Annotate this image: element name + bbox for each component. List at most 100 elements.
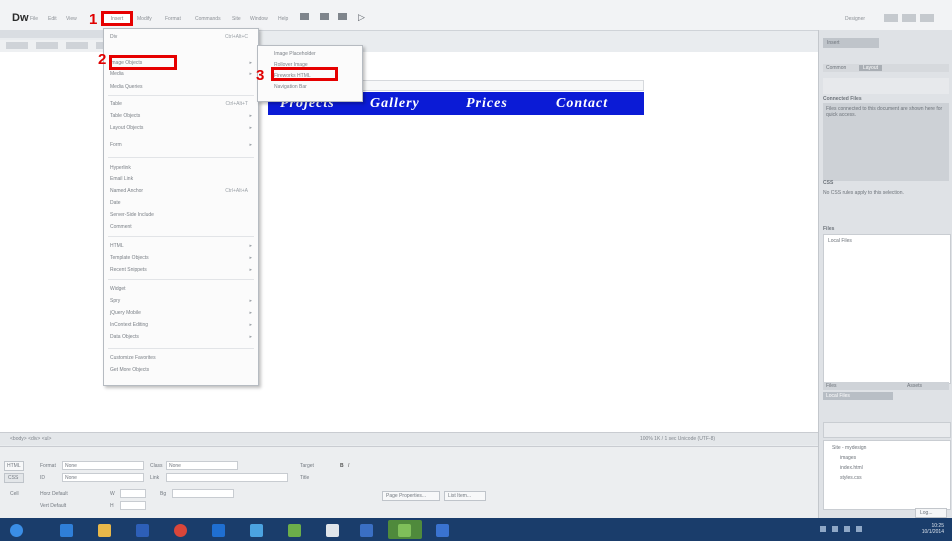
width-field[interactable] — [120, 489, 146, 498]
menu-commands[interactable]: Commands — [195, 16, 221, 22]
format-select[interactable]: None — [62, 461, 144, 470]
tree-item[interactable]: styles.css — [840, 475, 862, 481]
taskbar-clock[interactable]: 10:25 10/1/2014 — [922, 523, 944, 535]
page-properties-button[interactable]: Page Properties... — [382, 491, 440, 501]
tree-item[interactable]: index.html — [840, 465, 863, 471]
menu-item-date[interactable]: Date — [110, 200, 121, 206]
html-mode-button[interactable]: HTML — [4, 461, 24, 471]
files-list[interactable]: Local Files — [823, 234, 951, 384]
taskbar-app-photoshop[interactable] — [202, 520, 236, 539]
taskbar-app-firefox[interactable] — [316, 520, 350, 539]
maximize-icon[interactable] — [902, 14, 916, 22]
chrome-icon — [174, 524, 187, 537]
menu-site[interactable]: Site — [232, 16, 241, 22]
css-mode-button[interactable]: CSS — [4, 473, 24, 483]
menu-file[interactable]: File — [30, 16, 38, 22]
menu-format[interactable]: Format — [165, 16, 181, 22]
taskbar-app-dreamweaver[interactable] — [278, 520, 312, 539]
tab-layout[interactable]: Layout — [859, 65, 883, 71]
menu-modify[interactable]: Modify — [137, 16, 152, 22]
files-toolbar — [823, 422, 951, 438]
menu-item-form[interactable]: Form — [110, 142, 122, 148]
design-view-button[interactable] — [66, 42, 88, 49]
tab-assets[interactable]: Assets — [907, 383, 922, 389]
site-icon[interactable] — [338, 13, 347, 20]
menu-item-incontext-editing[interactable]: InContext Editing — [110, 322, 148, 328]
menu-view[interactable]: View — [66, 16, 77, 22]
layout-switcher[interactable]: Designer — [845, 16, 865, 22]
menu-item-spry[interactable]: Spry — [110, 298, 120, 304]
menu-item-data-objects[interactable]: Data Objects — [110, 334, 139, 340]
submenu-item-image-placeholder[interactable]: Image Placeholder — [274, 51, 316, 57]
minimize-icon[interactable] — [884, 14, 898, 22]
menu-help[interactable]: Help — [278, 16, 288, 22]
menu-item-get-more-objects[interactable]: Get More Objects — [110, 367, 149, 373]
layout-icon[interactable] — [300, 13, 309, 20]
site-selector[interactable]: Local Files — [823, 392, 893, 400]
insert-panel-header[interactable]: Insert — [823, 38, 879, 48]
menu-item-media-queries[interactable]: Media Queries — [110, 84, 143, 90]
taskbar-app-folder[interactable] — [350, 520, 384, 539]
split-view-button[interactable] — [36, 42, 58, 49]
files-list-item[interactable]: Local Files — [828, 238, 852, 244]
menu-window[interactable]: Window — [250, 16, 268, 22]
menu-item-server-side-include[interactable]: Server-Side Include — [110, 212, 154, 218]
taskbar-app-media[interactable] — [126, 520, 160, 539]
menu-edit[interactable]: Edit — [48, 16, 57, 22]
menu-item-widget[interactable]: Widget — [110, 286, 126, 292]
taskbar-app-explorer[interactable] — [88, 520, 122, 539]
horz-label: Horz Default — [40, 491, 68, 497]
network-icon[interactable] — [832, 526, 838, 532]
html-mode-label: HTML — [7, 463, 21, 469]
log-button[interactable]: Log... — [915, 508, 947, 518]
menu-item-named-anchor[interactable]: Named Anchor — [110, 188, 143, 194]
bg-field[interactable] — [172, 489, 234, 498]
submenu-item-navigation-bar[interactable]: Navigation Bar — [274, 84, 307, 90]
menu-item-table-objects[interactable]: Table Objects — [110, 113, 140, 119]
tab-common[interactable]: Common — [826, 65, 846, 71]
tree-item[interactable]: Site - mydesign — [832, 445, 866, 451]
menu-item-layout-objects[interactable]: Layout Objects — [110, 125, 143, 131]
close-icon[interactable] — [920, 14, 934, 22]
menu-item-recent-snippets[interactable]: Recent Snippets — [110, 267, 147, 273]
menu-item-customize-favorites[interactable]: Customize Favorites — [110, 355, 156, 361]
menu-item-template-objects[interactable]: Template Objects — [110, 255, 149, 261]
list-item-button[interactable]: List Item... — [444, 491, 486, 501]
menu-item-div[interactable]: Div — [110, 34, 117, 40]
taskbar-app-flash[interactable] — [388, 520, 422, 539]
tray-icon[interactable] — [820, 526, 826, 532]
tag-selector[interactable]: <body> <div> <ul> — [10, 436, 51, 442]
taskbar-app-illustrator[interactable] — [240, 520, 274, 539]
menu-item-comment[interactable]: Comment — [110, 224, 132, 230]
italic-button[interactable]: I — [348, 463, 349, 469]
class-select[interactable]: None — [166, 461, 238, 470]
code-view-button[interactable] — [6, 42, 28, 49]
taskbar-app-word[interactable] — [426, 520, 460, 539]
menu-item-media[interactable]: Media — [110, 71, 124, 77]
insert-menu-dropdown: Div Ctrl+Alt+C Image Objects ▸ Media ▸ M… — [103, 28, 259, 386]
submenu-arrow-icon: ▸ — [249, 334, 252, 340]
nav-link-prices[interactable]: Prices — [466, 95, 508, 112]
menu-item-html[interactable]: HTML — [110, 243, 124, 249]
taskbar-app-ie[interactable] — [50, 520, 84, 539]
play-icon[interactable]: ▷ — [358, 12, 365, 23]
height-field[interactable] — [120, 501, 146, 510]
menu-item-email-link[interactable]: Email Link — [110, 176, 133, 182]
taskbar-app-chrome[interactable] — [164, 520, 198, 539]
start-button[interactable] — [4, 520, 30, 539]
volume-icon[interactable] — [844, 526, 850, 532]
system-tray — [820, 526, 900, 532]
link-field[interactable] — [166, 473, 288, 482]
id-select[interactable]: None — [62, 473, 144, 482]
bold-button[interactable]: B — [340, 463, 344, 469]
battery-icon[interactable] — [856, 526, 862, 532]
menu-separator — [108, 236, 254, 237]
nav-link-gallery[interactable]: Gallery — [370, 95, 420, 112]
menu-item-hyperlink[interactable]: Hyperlink — [110, 165, 131, 171]
menu-item-table[interactable]: Table — [110, 101, 122, 107]
extend-icon[interactable] — [320, 13, 329, 20]
tree-item[interactable]: images — [840, 455, 856, 461]
nav-link-contact[interactable]: Contact — [556, 95, 608, 112]
menu-item-jquery-mobile[interactable]: jQuery Mobile — [110, 310, 141, 316]
tab-files[interactable]: Files — [826, 383, 837, 389]
